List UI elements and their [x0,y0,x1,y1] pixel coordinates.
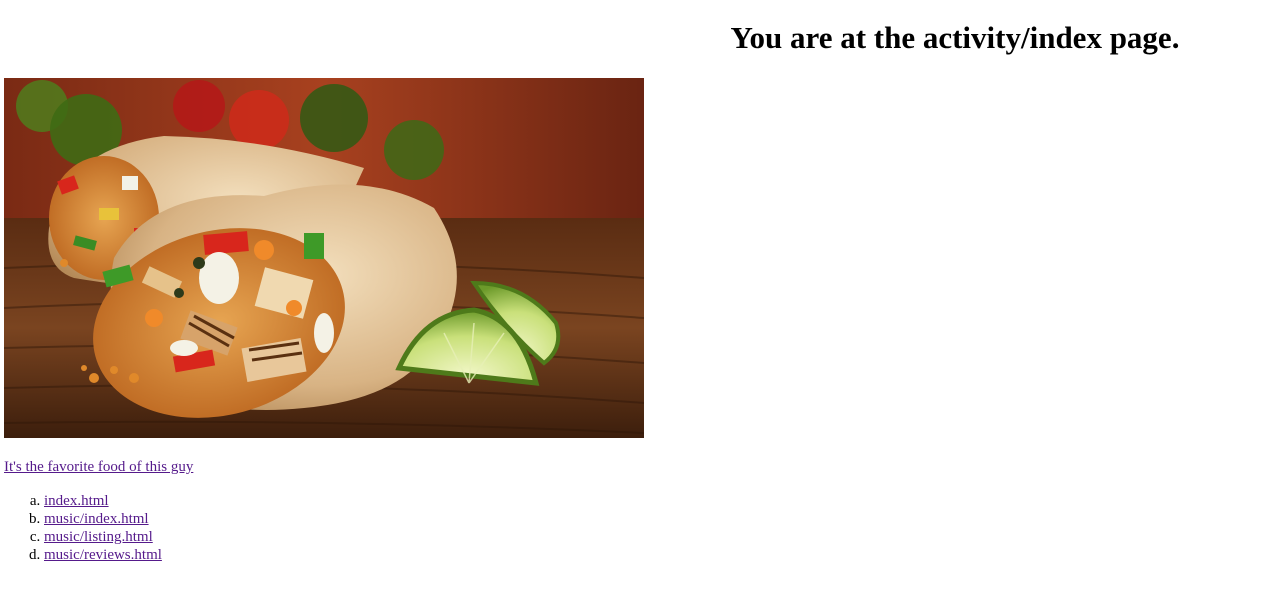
list-item: index.html [44,492,162,510]
list-item: music/reviews.html [44,546,162,564]
page-title: You are at the activity/index page. [730,20,1180,55]
page-links-list: index.html music/index.html music/listin… [4,492,162,564]
link-index[interactable]: index.html [44,493,109,509]
link-music-listing[interactable]: music/listing.html [44,529,153,545]
favorite-food-link[interactable]: It's the favorite food of this guy [4,458,193,476]
link-music-index[interactable]: music/index.html [44,511,149,527]
list-item: music/index.html [44,510,162,528]
list-item: music/listing.html [44,528,162,546]
burrito-image [4,78,644,438]
link-music-reviews[interactable]: music/reviews.html [44,547,162,563]
